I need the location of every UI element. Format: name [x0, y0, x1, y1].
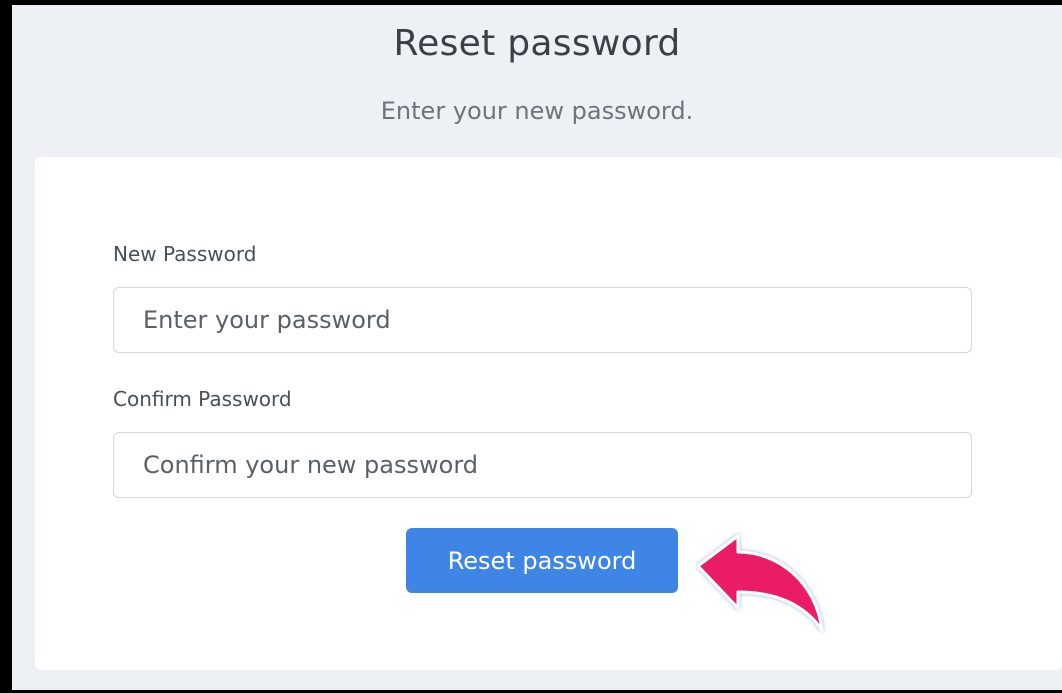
curved-arrow-icon: [696, 534, 824, 632]
new-password-label: New Password: [113, 242, 257, 266]
reset-password-button[interactable]: Reset password: [406, 528, 678, 593]
page-title: Reset password: [393, 23, 681, 64]
confirm-password-label: Confirm Password: [113, 387, 292, 411]
reset-password-card: New Password Confirm Password Reset pass…: [35, 157, 1062, 670]
new-password-input[interactable]: [113, 287, 972, 353]
confirm-password-input[interactable]: [113, 432, 972, 498]
screenshot-frame: Reset password Enter your new password. …: [0, 0, 1062, 693]
page-subtitle: Enter your new password.: [380, 97, 694, 125]
